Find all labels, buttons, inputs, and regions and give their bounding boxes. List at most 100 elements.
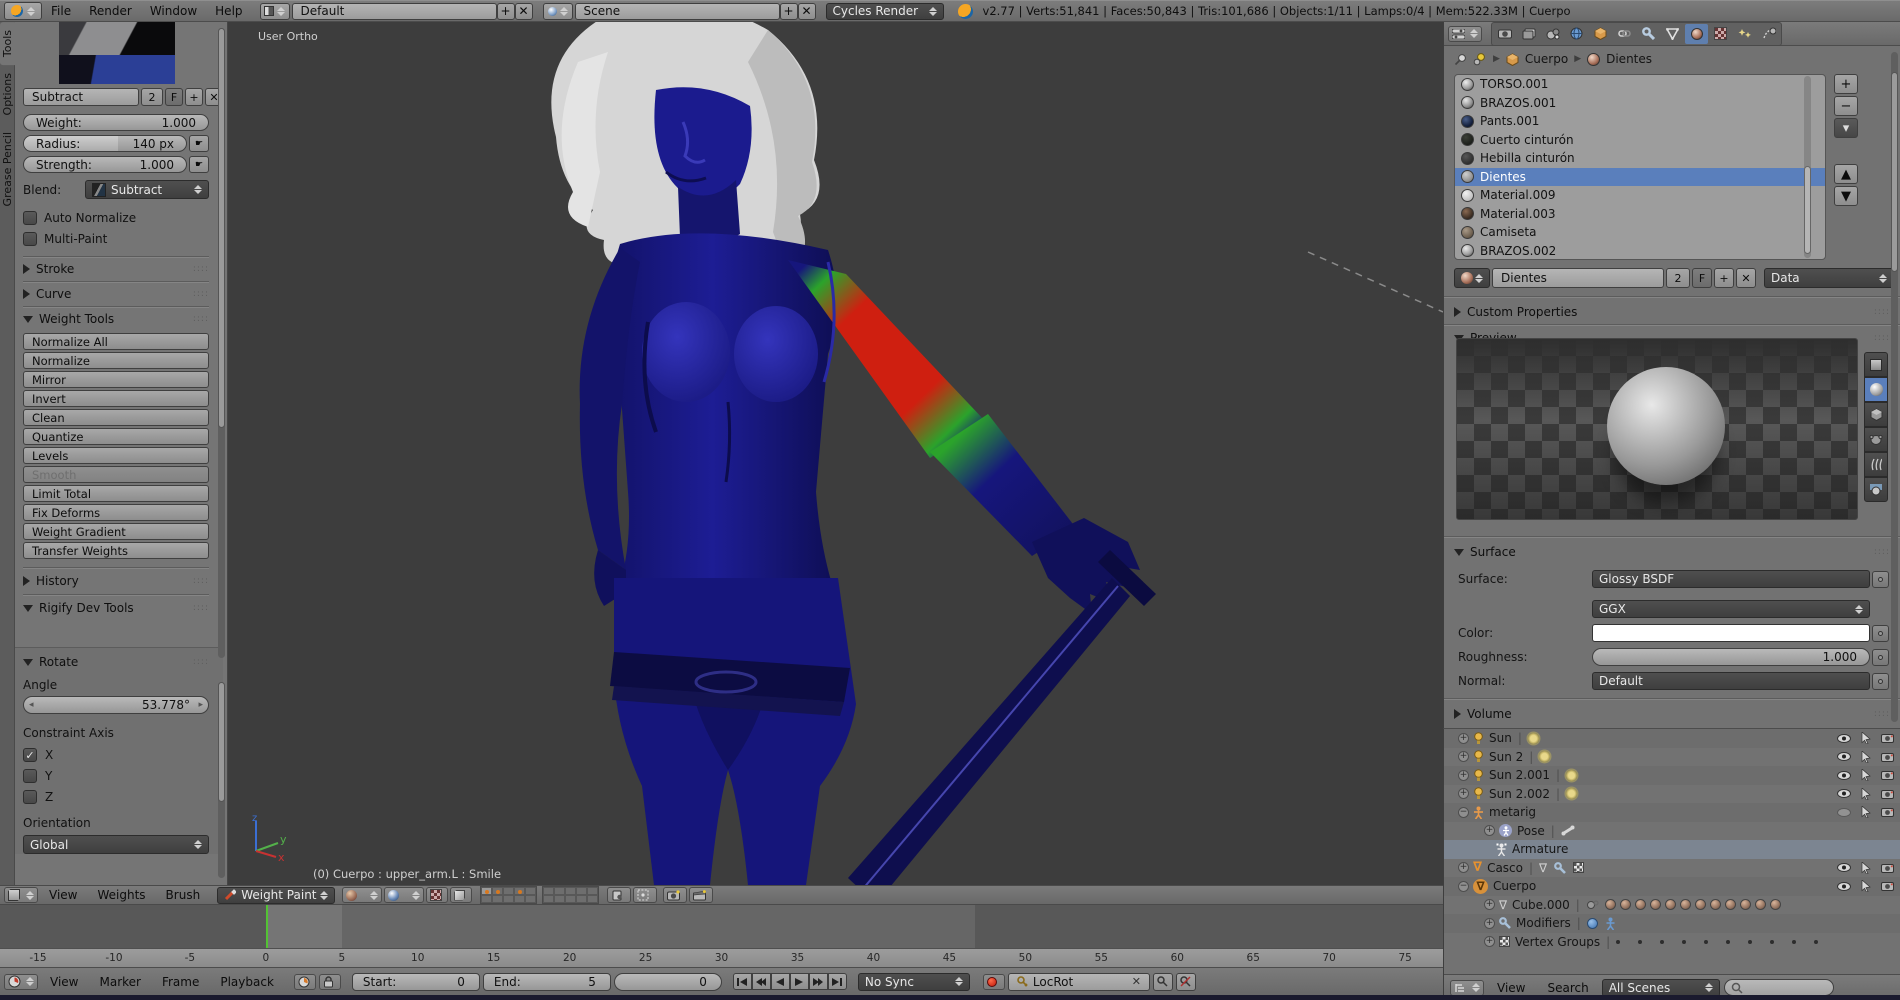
render-engine-select[interactable]: Cycles Render [825, 2, 944, 20]
tab-render[interactable] [1493, 24, 1516, 44]
tab-data[interactable] [1661, 24, 1684, 44]
brush-preview[interactable] [59, 22, 175, 84]
brush-users-button[interactable]: 2 [141, 88, 163, 106]
material-slot-row[interactable]: BRAZOS.002 [1455, 242, 1825, 260]
menu-file[interactable]: File [42, 4, 80, 18]
ol-menu-search[interactable]: Search [1538, 981, 1597, 995]
material-slot-add-button[interactable]: + [1834, 74, 1858, 94]
preview-range-toggle[interactable] [293, 973, 316, 990]
roughness-socket-button[interactable] [1872, 648, 1889, 666]
strength-slider[interactable]: Strength: 1.000 [23, 156, 187, 173]
tab-modifiers[interactable] [1637, 24, 1660, 44]
material-list-scrollbar[interactable] [1804, 76, 1811, 258]
outliner-row-armature[interactable]: Armature [1444, 840, 1900, 859]
weight-tool-button[interactable]: Transfer Weights [23, 542, 209, 559]
weight-slider[interactable]: Weight: 1.000 [23, 114, 209, 131]
delete-keyframe-button[interactable] [1175, 972, 1196, 991]
renderability-camera-icon[interactable] [1881, 807, 1894, 818]
keying-set-clear-icon[interactable]: ✕ [1132, 975, 1141, 988]
material-icon[interactable] [1619, 899, 1631, 911]
weight-tool-button[interactable]: Normalize All [23, 333, 209, 350]
play-reverse-button[interactable] [770, 973, 790, 990]
visibility-eye-icon[interactable] [1837, 881, 1851, 891]
axis-x-checkbox[interactable]: ✓ [23, 748, 37, 762]
material-slot-remove-button[interactable]: − [1834, 96, 1858, 116]
brush-name-field[interactable]: Subtract [23, 88, 139, 106]
angle-slider[interactable]: ◂ 53.778° ▸ [23, 696, 209, 714]
layers-grid-1[interactable] [480, 886, 538, 904]
vp-menu-brush[interactable]: Brush [157, 888, 210, 902]
menu-window[interactable]: Window [141, 4, 206, 18]
weight-tool-button[interactable]: Clean [23, 409, 209, 426]
weight-tool-button[interactable]: Fix Deforms [23, 504, 209, 521]
renderability-camera-icon[interactable] [1881, 770, 1894, 781]
outliner-display-select[interactable]: All Scenes [1601, 978, 1720, 997]
material-slot-row[interactable]: Hebilla cinturón [1455, 149, 1825, 168]
bone-icon[interactable] [1561, 825, 1575, 836]
scene-name-field[interactable]: Scene [574, 2, 780, 20]
color-swatch[interactable] [1592, 624, 1870, 642]
material-slot-down-button[interactable]: ▼ [1834, 186, 1858, 206]
sun-data-icon[interactable] [1527, 732, 1539, 744]
panel-surface[interactable]: Surface:::: [1454, 542, 1890, 562]
end-frame-field[interactable]: End: 5 [482, 972, 611, 991]
sync-select[interactable]: No Sync [857, 972, 970, 991]
outliner-row-sun2-002[interactable]: + Sun 2.002 | [1444, 785, 1900, 804]
app-icon-button[interactable] [4, 2, 42, 20]
weight-tool-button[interactable]: Invert [23, 390, 209, 407]
panel-history[interactable]: History:::: [23, 568, 209, 594]
breadcrumb-object[interactable]: Cuerpo [1525, 52, 1568, 66]
jump-start-button[interactable] [732, 973, 752, 990]
tab-tools[interactable]: Tools [0, 22, 15, 66]
panel-curve[interactable]: Curve:::: [23, 282, 209, 306]
tab-world[interactable] [1565, 24, 1588, 44]
tab-constraints[interactable] [1613, 24, 1636, 44]
viewport-3d[interactable]: User Ortho y x z (0) Cuerpo : upper_arm.… [228, 22, 1443, 885]
modifier-wrench-icon[interactable] [1554, 861, 1566, 874]
selectability-cursor-icon[interactable] [1861, 787, 1871, 800]
scene-delete-button[interactable]: ✕ [797, 2, 816, 20]
next-keyframe-button[interactable] [808, 973, 828, 990]
layout-delete-button[interactable]: ✕ [514, 2, 533, 20]
panel-rigify-dev-tools[interactable]: Rigify Dev Tools:::: [23, 595, 209, 621]
menu-render[interactable]: Render [80, 4, 141, 18]
layout-add-button[interactable]: + [496, 2, 515, 20]
tab-physics[interactable] [1757, 24, 1780, 44]
weight-tool-button[interactable]: Smooth [23, 466, 209, 483]
timeline-playhead[interactable] [266, 905, 268, 948]
tab-texture[interactable] [1709, 24, 1732, 44]
axis-z-checkbox[interactable] [23, 790, 37, 804]
tab-material[interactable] [1685, 23, 1708, 44]
color-socket-button[interactable] [1872, 624, 1889, 642]
layout-name-field[interactable]: Default [291, 2, 497, 20]
lock-camera-toggle[interactable] [607, 887, 632, 903]
timeline-ruler[interactable]: -15 -10 -5 0 5 10 15 20 25 30 35 40 45 50 55 60 65 70 75 [0, 948, 1443, 967]
properties-scrollbar[interactable] [1891, 52, 1898, 722]
renderability-camera-icon[interactable] [1881, 881, 1894, 892]
visibility-eye-icon[interactable] [1837, 752, 1851, 762]
material-name-field[interactable]: Dientes [1492, 268, 1664, 288]
snap-toggle[interactable] [633, 887, 658, 903]
opengl-render-anim-button[interactable] [689, 887, 714, 903]
weight-tool-button[interactable]: Levels [23, 447, 209, 464]
material-browse-button[interactable] [1454, 268, 1490, 288]
keying-set-field[interactable]: LocRot ✕ [1007, 972, 1150, 991]
strength-pressure-toggle[interactable]: ☛ [189, 156, 209, 173]
tl-menu-marker[interactable]: Marker [90, 975, 149, 989]
material-icon[interactable] [1634, 899, 1646, 911]
material-unlink-button[interactable]: ✕ [1736, 268, 1756, 288]
operator-scrollbar[interactable] [218, 682, 225, 878]
panel-custom-properties[interactable]: Custom Properties:::: [1454, 302, 1890, 322]
tl-menu-view[interactable]: View [41, 975, 87, 989]
outliner-row-cube000[interactable]: + ∇ Cube.000 | [1444, 896, 1900, 915]
timeline-editor-type-button[interactable] [4, 973, 38, 990]
outliner-row-metarig[interactable]: − metarig [1444, 803, 1900, 822]
distribution-select[interactable]: GGX [1592, 600, 1870, 618]
weight-tool-button[interactable]: Weight Gradient [23, 523, 209, 540]
preview-sphere-button[interactable] [1864, 377, 1888, 402]
start-frame-field[interactable]: Start: 0 [351, 972, 480, 991]
renderability-camera-icon[interactable] [1881, 789, 1894, 799]
selectability-cursor-icon[interactable] [1861, 769, 1871, 782]
material-specials-button[interactable]: ▾ [1834, 118, 1858, 138]
current-frame-field[interactable]: 0 [613, 972, 722, 991]
